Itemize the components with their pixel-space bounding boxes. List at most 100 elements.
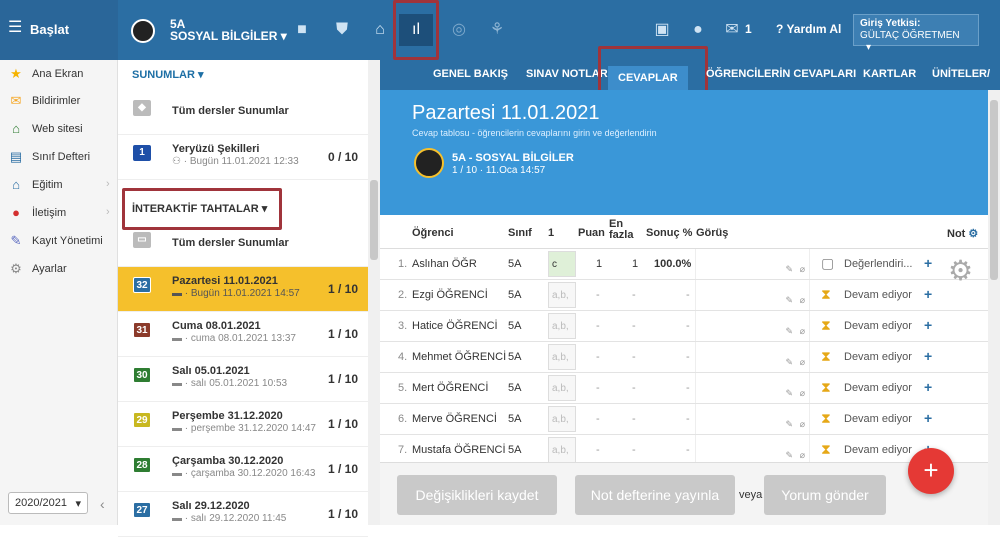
vr-icon[interactable]: ◎ (447, 18, 471, 42)
answer-cell[interactable]: a,b, (548, 344, 576, 370)
lesson-row[interactable]: 29 Perşembe 31.12.2020 ▬ · perşembe 31.12.… (118, 402, 368, 447)
comment-field[interactable]: ✎ ⌀ (695, 404, 810, 434)
status-text[interactable]: Devam ediyor (844, 320, 912, 332)
cast-icon[interactable]: ▣ (650, 18, 674, 42)
col-en-fazla[interactable]: En fazla (609, 219, 633, 241)
shield-icon[interactable]: ⛊ (330, 18, 354, 42)
answer-cell[interactable]: a,b, (548, 375, 576, 401)
lesson-row[interactable]: 32 Pazartesi 11.01.2021 ▬ · Bugün 11.01.20… (118, 267, 368, 312)
user-selector[interactable]: Giriş Yetkisi: GÜLTAÇ ÖĞRETMEN ▾ (853, 14, 979, 53)
year-select[interactable]: 2020/2021 ▾ (8, 492, 88, 514)
col-sinif[interactable]: Sınıf (508, 227, 532, 239)
add-grade-button[interactable]: + (924, 348, 932, 364)
status-text[interactable]: Devam ediyor (844, 413, 912, 425)
sunum-row[interactable]: 1 Yeryüzü Şekilleri ⚇ · Bugün 11.01.2021… (118, 135, 368, 180)
nav-kayit-yonetimi[interactable]: ✎ Kayıt Yönetimi (8, 233, 118, 263)
student-name[interactable]: Mert ÖĞRENCİ (412, 382, 488, 394)
start-button[interactable]: ☰ Başlat (0, 0, 118, 60)
mid-scrollbar[interactable] (368, 60, 380, 525)
comment-field[interactable]: ✎ ⌀ (695, 342, 810, 372)
tab-kartlar[interactable]: KARTLAR (863, 66, 916, 90)
answer-cell[interactable]: a,b, (548, 313, 576, 339)
save-changes-button[interactable]: Değişiklikleri kaydet (397, 475, 557, 515)
col-ogrenci[interactable]: Öğrenci (412, 227, 454, 239)
answer-cell[interactable]: c (548, 251, 576, 277)
answer-cell[interactable]: a,b, (548, 406, 576, 432)
attach-icon: ⌀ (799, 264, 805, 274)
status-text[interactable]: Devam ediyor (844, 382, 912, 394)
student-name[interactable]: Mehmet ÖĞRENCİ (412, 351, 506, 363)
student-name[interactable]: Merve ÖĞRENCİ (412, 413, 497, 425)
student-name[interactable]: Mustafa ÖĞRENCİ (412, 444, 506, 456)
col-puan[interactable]: Puan (578, 227, 605, 239)
chat-bubble-icon[interactable]: ● (686, 18, 710, 42)
lesson-row[interactable]: 27 Salı 29.12.2020 ▬ · salı 29.12.2020 11:… (118, 492, 368, 537)
comment-field[interactable]: ✎ ⌀ (695, 249, 810, 279)
interaktif-header[interactable]: İNTERAKTİF TAHTALAR ▾ (132, 202, 267, 215)
nav-web-sitesi[interactable]: ⌂ Web sitesi (8, 121, 118, 151)
status-text[interactable]: Devam ediyor (844, 444, 912, 456)
add-grade-button[interactable]: + (924, 379, 932, 395)
collapse-left-icon[interactable]: ‹ (100, 496, 105, 512)
nav-ayarlar[interactable]: ⚙ Ayarlar (8, 261, 118, 291)
col-sonuc[interactable]: Sonuç % (646, 227, 692, 239)
answer-cell[interactable]: a,b, (548, 282, 576, 308)
answer-cell[interactable]: a,b, (548, 437, 576, 463)
lesson-row[interactable]: 28 Çarşamba 30.12.2020 ▬ · çarşamba 30.12.… (118, 447, 368, 492)
interaktif-all-row[interactable]: ▭ Tüm dersler Sunumlar (118, 222, 368, 267)
send-comment-button[interactable]: Yorum gönder (764, 475, 886, 515)
result-cell: - (686, 320, 690, 332)
bank-icon[interactable]: ⌂ (368, 18, 392, 42)
class-name: SOSYAL BİLGİLER (170, 29, 278, 43)
nav-sinif-defteri[interactable]: ▤ Sınıf Defteri (8, 149, 118, 179)
status-text[interactable]: Devam ediyor (844, 351, 912, 363)
student-name[interactable]: Ezgi ÖĞRENCİ (412, 289, 488, 301)
row-number: 4. (398, 351, 408, 363)
sunumlar-header[interactable]: SUNUMLAR ▾ (132, 68, 204, 81)
hourglass-icon: ⧗ (821, 348, 831, 364)
tab-cevaplar[interactable]: CEVAPLAR (608, 66, 688, 90)
nav-ana-ekran[interactable]: ★ Ana Ekran (8, 66, 118, 96)
lesson-row[interactable]: 31 Cuma 08.01.2021 ▬ · cuma 08.01.2021 13:… (118, 312, 368, 357)
col-not[interactable]: Not ⚙ (947, 227, 978, 240)
comment-field[interactable]: ✎ ⌀ (695, 435, 810, 465)
chevron-down-icon: ▾ (866, 42, 872, 53)
family-icon[interactable]: ⚘ (485, 18, 509, 42)
tab-ogrencilerin-cevaplari[interactable]: ÖĞRENCİLERİN CEVAPLARI (706, 66, 856, 90)
comment-field[interactable]: ✎ ⌀ (695, 373, 810, 403)
add-grade-button[interactable]: + (924, 410, 932, 426)
status-text[interactable]: Değerlendiri... (844, 258, 912, 270)
tab-uniteler[interactable]: ÜNİTELER/ (932, 66, 990, 90)
mid-scroll-thumb[interactable] (370, 180, 378, 260)
right-scroll-thumb[interactable] (990, 100, 998, 280)
nav-iletisim[interactable]: ● İletişim › (8, 205, 118, 235)
add-grade-button[interactable]: + (924, 286, 932, 302)
add-grade-button[interactable]: + (924, 255, 932, 271)
lesson-row[interactable]: 30 Salı 05.01.2021 ▬ · salı 05.01.2021 10:… (118, 357, 368, 402)
envelope-icon[interactable]: ✉ (720, 18, 744, 42)
comment-field[interactable]: ✎ ⌀ (695, 280, 810, 310)
tab-genel-bakis[interactable]: GENEL BAKIŞ (433, 66, 508, 90)
class-selector[interactable]: 5A SOSYAL BİLGİLER ▾ (170, 18, 287, 42)
settings-gear-icon[interactable]: ⚙ (948, 254, 973, 287)
hourglass-icon: ⧗ (821, 379, 831, 395)
status-text[interactable]: Devam ediyor (844, 289, 912, 301)
student-name[interactable]: Aslıhan ÖĞR (412, 258, 477, 270)
col-gorus[interactable]: Görüş (696, 227, 728, 239)
add-fab-button[interactable]: + (908, 448, 954, 494)
bar-chart-icon[interactable]: ıl (399, 14, 433, 46)
row-badge: 30 (133, 367, 151, 383)
briefcase-icon[interactable]: ■ (290, 18, 314, 42)
col-q1[interactable]: 1 (548, 227, 554, 239)
nav-egitim[interactable]: ⌂ Eğitim › (8, 177, 118, 207)
publish-button[interactable]: Not defterine yayınla (575, 475, 735, 515)
nav-bildirimler[interactable]: ✉ Bildirimler (8, 93, 118, 123)
hourglass-icon: ⧗ (821, 286, 831, 302)
help-button[interactable]: ? Yardım Al (776, 22, 841, 36)
add-grade-button[interactable]: + (924, 317, 932, 333)
sunum-all-row[interactable]: ◆ Tüm dersler Sunumlar (118, 90, 368, 135)
comment-field[interactable]: ✎ ⌀ (695, 311, 810, 341)
board-icon: ▬ (172, 378, 182, 389)
student-name[interactable]: Hatice ÖĞRENCİ (412, 320, 498, 332)
mail-icon: ✉ (10, 93, 22, 108)
